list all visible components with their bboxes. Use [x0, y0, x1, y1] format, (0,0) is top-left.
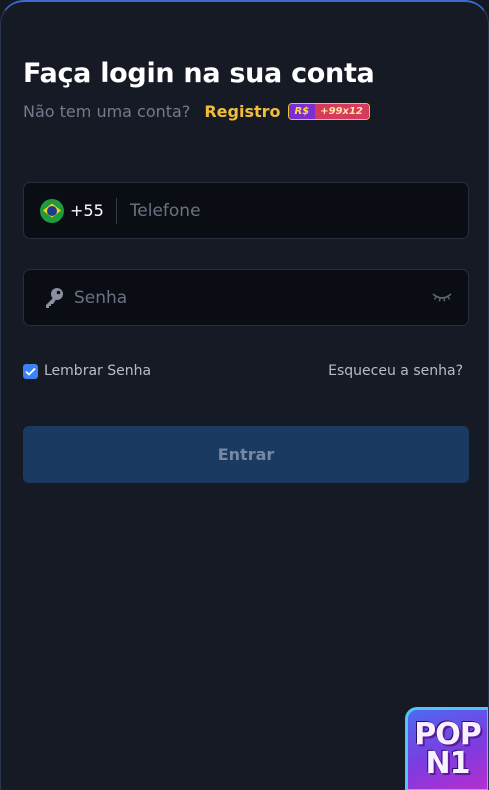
logo-text-line1: POP — [414, 716, 481, 752]
page-title: Faça login na sua conta — [23, 58, 375, 89]
remember-label: Lembrar Senha — [44, 363, 152, 379]
phone-input[interactable] — [129, 183, 450, 238]
forgot-password-link[interactable]: Esqueceu a senha? — [328, 363, 463, 379]
password-input[interactable] — [74, 270, 414, 325]
brazil-flag-icon[interactable] — [40, 198, 64, 223]
phone-field: +55 — [23, 182, 469, 239]
key-icon — [46, 287, 63, 308]
no-account-text: Não tem uma conta? — [23, 101, 191, 121]
password-field — [23, 269, 469, 326]
login-panel: Faça login na sua conta Não tem uma cont… — [0, 0, 489, 790]
logo-text-line2: N1 — [425, 745, 471, 781]
bonus-currency: R$ — [288, 103, 316, 119]
field-divider — [115, 197, 117, 224]
country-code[interactable]: +55 — [70, 201, 104, 220]
check-icon — [25, 367, 36, 376]
register-prompt: Não tem uma conta? Registro R$ +99x12 — [23, 100, 370, 122]
remember-password-toggle[interactable]: Lembrar Senha — [23, 363, 151, 379]
remember-checkbox[interactable] — [23, 363, 38, 379]
app-logo[interactable]: POP N1 — [405, 707, 488, 790]
bonus-badge: R$ +99x12 — [287, 102, 370, 120]
login-button[interactable]: Entrar — [23, 426, 469, 483]
bonus-amount: +99x12 — [315, 103, 369, 119]
register-link[interactable]: Registro — [204, 102, 280, 121]
eye-closed-icon[interactable] — [432, 291, 452, 303]
